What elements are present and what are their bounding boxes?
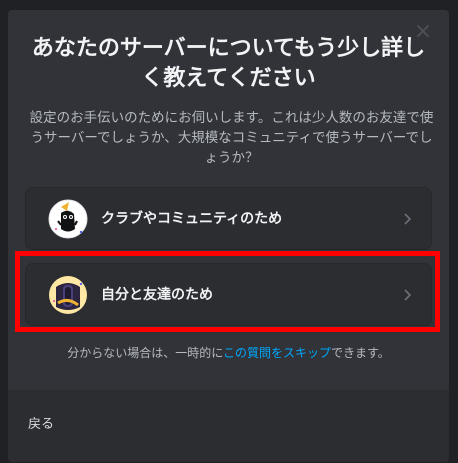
chevron-right-icon <box>404 289 412 301</box>
option-me-and-friends[interactable]: 自分と友達のため <box>25 263 432 326</box>
modal-title: あなたのサーバーについてもう少し詳しく教えてください <box>31 36 426 91</box>
me-and-friends-icon <box>49 276 87 314</box>
skip-prefix: 分からない場合は、一時的に <box>67 346 223 360</box>
back-button[interactable]: 戻る <box>28 416 54 434</box>
skip-notice: 分からない場合は、一時的にこの質問をスキップできます。 <box>8 344 449 362</box>
chevron-right-icon <box>404 213 412 225</box>
option-label: クラブやコミュニティのため <box>101 211 283 227</box>
server-purpose-modal: × あなたのサーバーについてもう少し詳しく教えてください 設定のお手伝いのために… <box>8 10 449 462</box>
skip-question-link[interactable]: この質問をスキップ <box>223 346 331 360</box>
option-club-community[interactable]: クラブやコミュニティのため <box>25 187 432 250</box>
skip-suffix: できます。 <box>330 346 390 360</box>
option-label: 自分と友達のため <box>101 287 213 303</box>
modal-footer: 戻る <box>8 390 449 462</box>
club-community-icon <box>48 199 88 239</box>
modal-subtitle: 設定のお手伝いのためにお伺いします。これは少人数のお友達で使うサーバーでしょうか… <box>29 110 434 166</box>
